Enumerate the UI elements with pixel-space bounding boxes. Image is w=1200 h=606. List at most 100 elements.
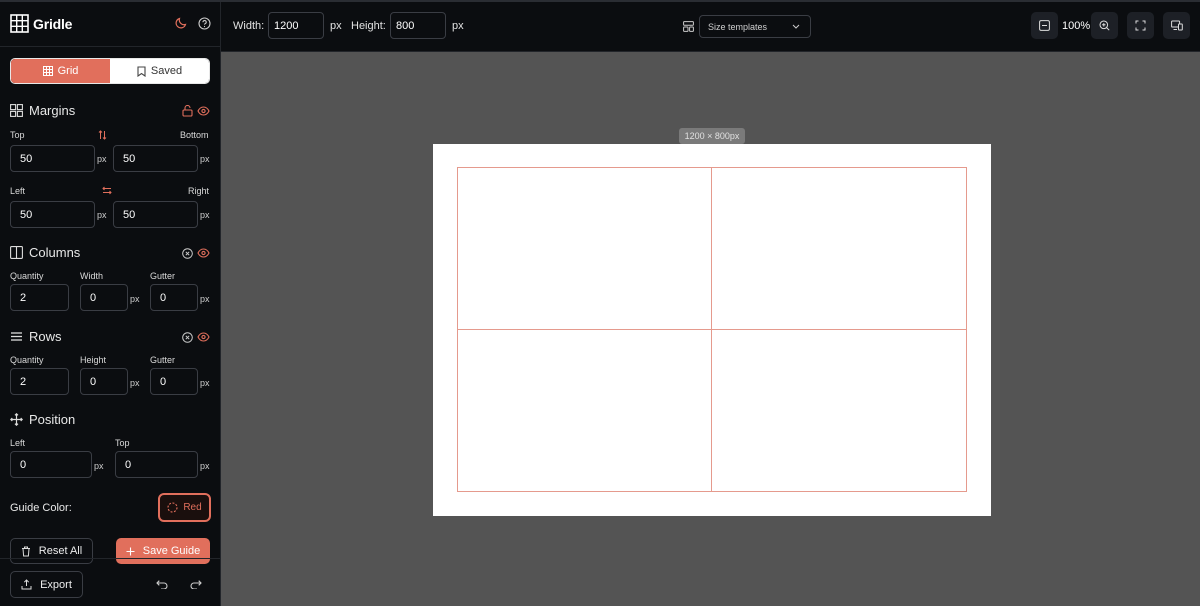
row-divider [457,329,967,330]
columns-gutter-input[interactable]: 0 [150,284,198,311]
eye-icon [197,332,210,342]
unlock-icon [181,105,193,117]
link-left-right-button[interactable] [101,185,112,195]
undo-button[interactable] [155,578,169,590]
circle-x-icon [181,331,193,343]
columns-width-input[interactable]: 0 [80,284,128,311]
width-label: Width: [233,20,265,32]
canvas-width-input[interactable]: 1200 [268,12,324,39]
tab-saved[interactable]: Saved [110,59,209,83]
canvas-size-badge: 1200 × 800px [679,128,745,144]
columns-gutter-unit: px [200,294,210,304]
margin-top-value: 50 [20,152,33,165]
position-left-input[interactable]: 0 [10,451,92,478]
layout-grid-icon [10,104,23,117]
trash-icon [21,546,30,556]
layout-template-icon [682,20,694,32]
help-icon [197,16,211,30]
reset-all-button[interactable]: Reset All [10,538,93,564]
canvas-height-input[interactable]: 800 [390,12,446,39]
margin-top-input[interactable]: 50 [10,145,95,172]
margin-bottom-value: 50 [123,152,136,165]
toolbar: Width: 1200 px Height: 800 px Size templ… [221,2,1200,52]
rows-clear-button[interactable] [181,331,193,343]
rows-visibility-button[interactable] [197,331,210,343]
device-preview-button[interactable] [1163,12,1190,39]
app-logo: Gridle [10,14,72,33]
theme-toggle-button[interactable] [174,16,188,30]
rows-height-unit: px [130,378,140,388]
position-left-value: 0 [20,458,27,471]
fit-screen-button[interactable] [1127,12,1154,39]
columns-width-value: 0 [90,291,97,304]
margin-right-label: Right [188,186,210,196]
zoom-in-button[interactable] [1091,12,1118,39]
margin-top-label: Top [10,130,25,140]
eye-icon [197,248,210,258]
margins-lock-button[interactable] [181,105,193,117]
rows-title: Rows [29,329,62,344]
rows-quantity-input[interactable]: 2 [10,368,69,395]
redo-button[interactable] [189,578,203,590]
margins-title: Margins [29,103,76,118]
grid-logo-icon [10,14,29,33]
columns-visibility-button[interactable] [197,247,210,259]
columns-quantity-input[interactable]: 2 [10,284,69,311]
tab-grid[interactable]: Grid [11,59,110,83]
undo-icon [156,580,168,589]
columns-icon [10,246,23,259]
margin-bottom-input[interactable]: 50 [113,145,198,172]
columns-width-unit: px [130,294,140,304]
save-guide-button[interactable]: Save Guide [116,538,210,564]
zoom-in-icon [1099,20,1110,31]
canvas-page[interactable] [433,144,991,516]
rows-header: Rows [10,329,62,344]
canvas-area: 1200 × 800px [221,52,1200,606]
position-left-unit: px [94,461,104,471]
columns-clear-button[interactable] [181,247,193,259]
link-top-bottom-button[interactable] [97,129,107,140]
size-templates-select[interactable]: Size templates [699,15,811,38]
swap-horizontal-icon [101,186,112,194]
columns-width-label: Width [80,271,104,281]
header-divider [0,46,221,47]
margins-header: Margins [10,103,75,118]
margins-visibility-button[interactable] [197,105,210,117]
position-top-value: 0 [125,458,132,471]
position-top-label: Top [115,438,130,448]
export-button[interactable]: Export [10,571,83,598]
margin-right-input[interactable]: 50 [113,201,198,228]
rows-height-label: Height [80,355,107,365]
zoom-out-button[interactable] [1031,12,1058,39]
tab-grid-label: Grid [57,65,79,77]
help-button[interactable] [197,16,211,30]
rows-quantity-label: Quantity [10,355,44,365]
rows-gutter-value: 0 [160,375,167,388]
margin-top-unit: px [97,154,107,164]
rows-gutter-unit: px [200,378,210,388]
margin-left-unit: px [97,210,107,220]
rows-height-input[interactable]: 0 [80,368,128,395]
position-top-input[interactable]: 0 [115,451,198,478]
margin-bottom-label: Bottom [180,130,209,140]
canvas-width-value: 1200 [274,19,299,32]
move-icon [10,413,23,426]
rows-icon [11,332,22,341]
columns-gutter-value: 0 [160,291,167,304]
templates-icon-button[interactable] [682,20,694,32]
footer-divider [0,558,221,559]
margin-left-input[interactable]: 50 [10,201,95,228]
export-label: Export [40,578,72,591]
margin-right-value: 50 [123,208,136,221]
margin-right-unit: px [200,210,210,220]
plus-icon [126,547,135,555]
rows-gutter-input[interactable]: 0 [150,368,198,395]
maximize-icon [1135,20,1146,31]
circle-x-icon [181,247,193,259]
reset-all-label: Reset All [38,545,83,557]
dashed-circle-icon [167,502,178,513]
position-left-label: Left [10,438,26,448]
guide-color-picker[interactable]: Red [158,493,211,522]
export-icon [21,579,32,590]
swap-vertical-icon [98,129,106,140]
